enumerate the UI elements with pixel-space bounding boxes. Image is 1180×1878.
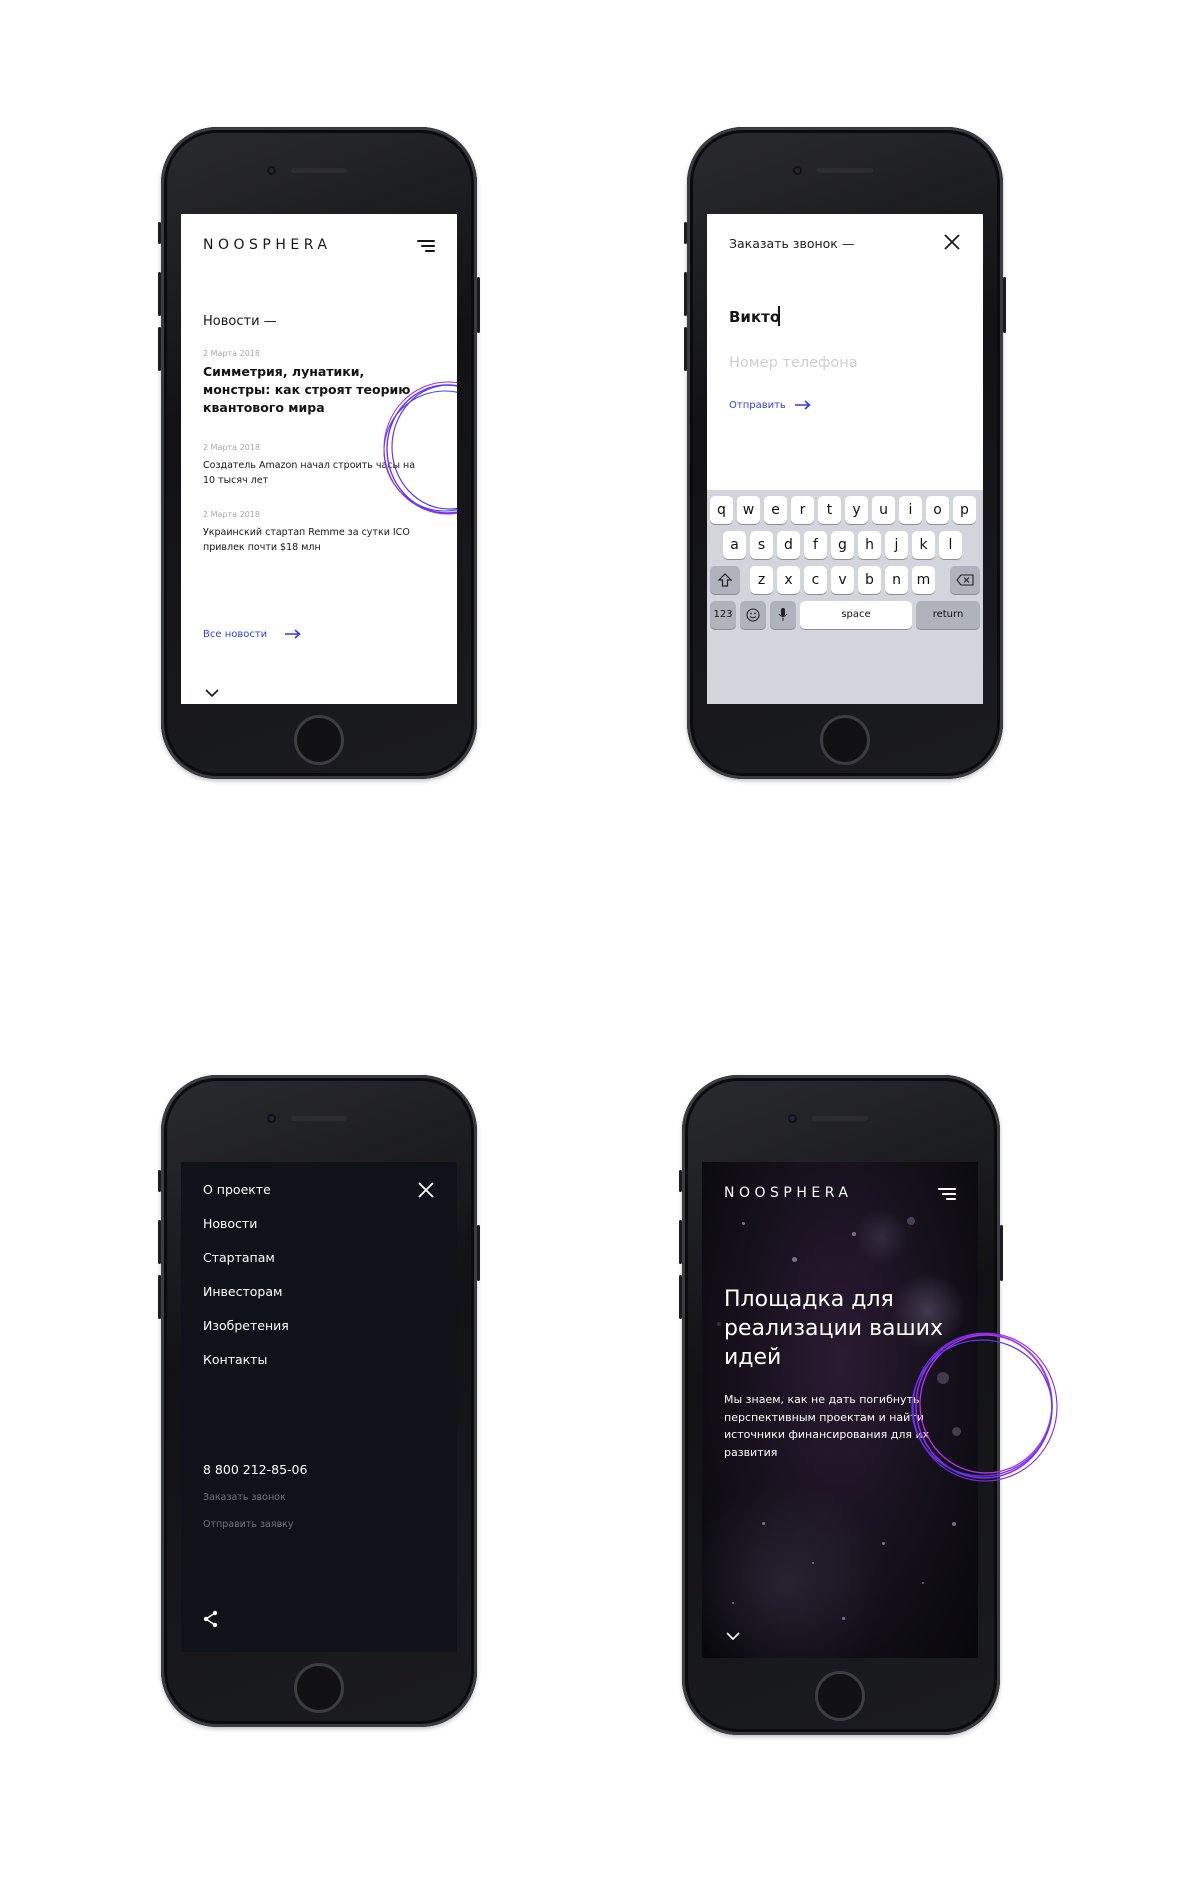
earpiece-speaker <box>291 168 347 173</box>
key[interactable]: i <box>899 496 922 524</box>
key[interactable]: s <box>750 531 773 559</box>
all-news-link[interactable]: Все новости <box>203 629 267 640</box>
front-camera <box>788 1114 797 1123</box>
key[interactable]: n <box>885 566 908 594</box>
menu-item-startups[interactable]: Стартапам <box>203 1250 275 1265</box>
menu-item-inventions[interactable]: Изобретения <box>203 1318 289 1333</box>
earpiece-speaker <box>812 1116 868 1121</box>
menu-icon[interactable] <box>417 240 435 252</box>
home-button[interactable] <box>815 1671 865 1721</box>
chevron-down-icon[interactable] <box>205 689 219 698</box>
key[interactable]: m <box>912 566 935 594</box>
menu-screen: О проекте Новости Стартапам Инвесторам И… <box>181 1162 457 1652</box>
chevron-down-icon[interactable] <box>726 1632 740 1641</box>
earpiece-speaker <box>291 1116 347 1121</box>
emoji-icon <box>746 608 760 622</box>
logo[interactable]: NOOSPHERA <box>724 1185 852 1201</box>
decorative-ring <box>911 1332 1058 1482</box>
dictation-key[interactable] <box>770 601 796 629</box>
arrow-right-icon[interactable] <box>795 400 811 410</box>
send-request-link[interactable]: Отправить заявку <box>203 1519 294 1530</box>
key[interactable]: p <box>953 496 976 524</box>
phone-menu: О проекте Новости Стартапам Инвесторам И… <box>158 1075 480 1727</box>
news-date: 2 Марта 2018 <box>203 510 260 519</box>
key[interactable]: e <box>764 496 787 524</box>
key[interactable]: b <box>858 566 881 594</box>
front-camera <box>793 166 802 175</box>
text-cursor <box>778 306 780 326</box>
order-call-link[interactable]: Заказать звонок <box>203 1492 286 1503</box>
decorative-ring <box>383 381 457 515</box>
backspace-key[interactable] <box>950 566 980 594</box>
key[interactable]: r <box>791 496 814 524</box>
phone-field[interactable]: Номер телефона <box>729 355 858 371</box>
news-date: 2 Марта 2018 <box>203 443 260 452</box>
key[interactable]: x <box>777 566 800 594</box>
callback-screen: Заказать звонок — Викто Номер телефона О… <box>707 214 983 704</box>
share-icon[interactable] <box>203 1610 219 1628</box>
phone-news: NOOSPHERA Новости — 2 Марта 2018 Симметр… <box>158 127 480 779</box>
shift-key[interactable] <box>710 566 740 594</box>
key[interactable]: l <box>939 531 962 559</box>
menu-item-contacts[interactable]: Контакты <box>203 1352 267 1367</box>
return-key[interactable]: return <box>916 601 980 629</box>
menu-item-about[interactable]: О проекте <box>203 1182 271 1197</box>
key[interactable]: w <box>737 496 760 524</box>
callback-title: Заказать звонок — <box>729 236 855 251</box>
key[interactable]: k <box>912 531 935 559</box>
key[interactable]: a <box>723 531 746 559</box>
key[interactable]: g <box>831 531 854 559</box>
home-button[interactable] <box>820 715 870 765</box>
key[interactable]: f <box>804 531 827 559</box>
news-date: 2 Марта 2018 <box>203 349 260 358</box>
key[interactable]: o <box>926 496 949 524</box>
key[interactable]: u <box>872 496 895 524</box>
news-screen: NOOSPHERA Новости — 2 Марта 2018 Симметр… <box>181 214 457 704</box>
space-key[interactable]: space <box>800 601 912 629</box>
section-title: Новости — <box>203 314 277 329</box>
shift-icon <box>717 573 733 587</box>
key[interactable]: c <box>804 566 827 594</box>
keyboard: q w e r t y u i o p a s d f g h j k l z … <box>707 490 983 704</box>
phone-number[interactable]: 8 800 212-85-06 <box>203 1462 307 1477</box>
close-icon[interactable] <box>417 1181 435 1199</box>
news-item-title[interactable]: Украинский стартап Remme за сутки ICO пр… <box>203 525 423 555</box>
key[interactable]: h <box>858 531 881 559</box>
arrow-right-icon[interactable] <box>285 629 301 639</box>
menu-icon[interactable] <box>938 1188 956 1200</box>
menu-item-investors[interactable]: Инвесторам <box>203 1284 282 1299</box>
key[interactable]: z <box>750 566 773 594</box>
close-icon[interactable] <box>943 233 961 251</box>
name-field[interactable]: Викто <box>729 308 780 326</box>
key[interactable]: y <box>845 496 868 524</box>
key[interactable]: d <box>777 531 800 559</box>
microphone-icon <box>778 608 788 621</box>
key[interactable]: j <box>885 531 908 559</box>
earpiece-speaker <box>817 168 873 173</box>
emoji-key[interactable] <box>740 601 766 629</box>
home-button[interactable] <box>294 715 344 765</box>
home-button[interactable] <box>294 1663 344 1713</box>
key[interactable]: v <box>831 566 854 594</box>
numbers-key[interactable]: 123 <box>710 601 736 629</box>
front-camera <box>267 166 276 175</box>
front-camera <box>267 1114 276 1123</box>
key[interactable]: t <box>818 496 841 524</box>
key[interactable]: q <box>710 496 733 524</box>
backspace-icon <box>956 574 974 586</box>
phone-callback: Заказать звонок — Викто Номер телефона О… <box>684 127 1006 779</box>
menu-item-news[interactable]: Новости <box>203 1216 257 1231</box>
logo[interactable]: NOOSPHERA <box>203 237 331 253</box>
submit-link[interactable]: Отправить <box>729 400 786 411</box>
